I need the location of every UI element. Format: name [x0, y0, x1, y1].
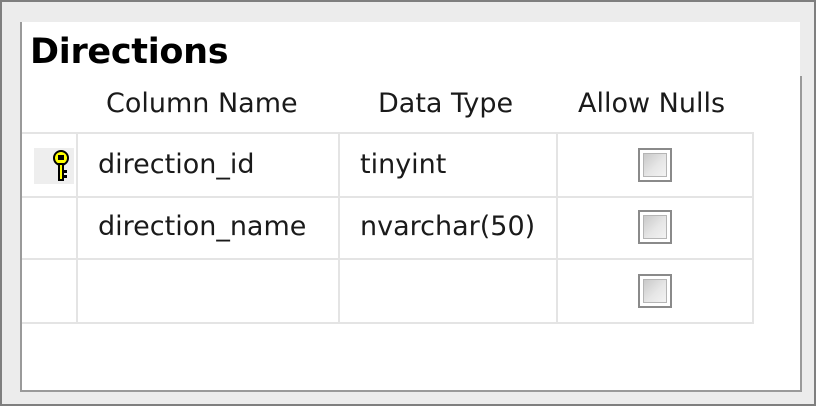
table-panel: Directions Column Name Data Type Allow N… [20, 22, 802, 392]
column-name-cell[interactable]: direction_id [78, 134, 340, 196]
allow-nulls-cell [558, 260, 754, 322]
table-row[interactable]: direction_id tinyint [22, 132, 754, 198]
table-row[interactable] [22, 260, 754, 324]
row-selector[interactable] [22, 196, 78, 258]
allow-nulls-cell [558, 134, 754, 196]
allow-nulls-cell [558, 196, 754, 258]
column-name-cell[interactable]: direction_name [78, 196, 340, 258]
allow-nulls-checkbox[interactable] [638, 274, 672, 308]
columns-grid: direction_id tinyint direction_name nvar… [22, 132, 756, 324]
table-designer-window: Directions Column Name Data Type Allow N… [0, 0, 816, 406]
panel-border [800, 76, 802, 392]
row-selector[interactable] [22, 260, 78, 322]
primary-key-icon [53, 150, 69, 181]
table-row[interactable]: direction_name nvarchar(50) [22, 196, 754, 260]
table-title: Directions [30, 32, 229, 72]
data-type-cell[interactable] [340, 260, 558, 322]
data-type-cell[interactable]: nvarchar(50) [340, 196, 558, 258]
allow-nulls-checkbox[interactable] [638, 148, 672, 182]
data-type-header: Data Type [378, 88, 514, 119]
row-selector[interactable] [22, 134, 78, 196]
allow-nulls-header: Allow Nulls [578, 88, 726, 119]
allow-nulls-checkbox[interactable] [638, 210, 672, 244]
column-name-cell[interactable] [78, 260, 340, 322]
column-name-header: Column Name [106, 88, 298, 119]
data-type-cell[interactable]: tinyint [340, 134, 558, 196]
